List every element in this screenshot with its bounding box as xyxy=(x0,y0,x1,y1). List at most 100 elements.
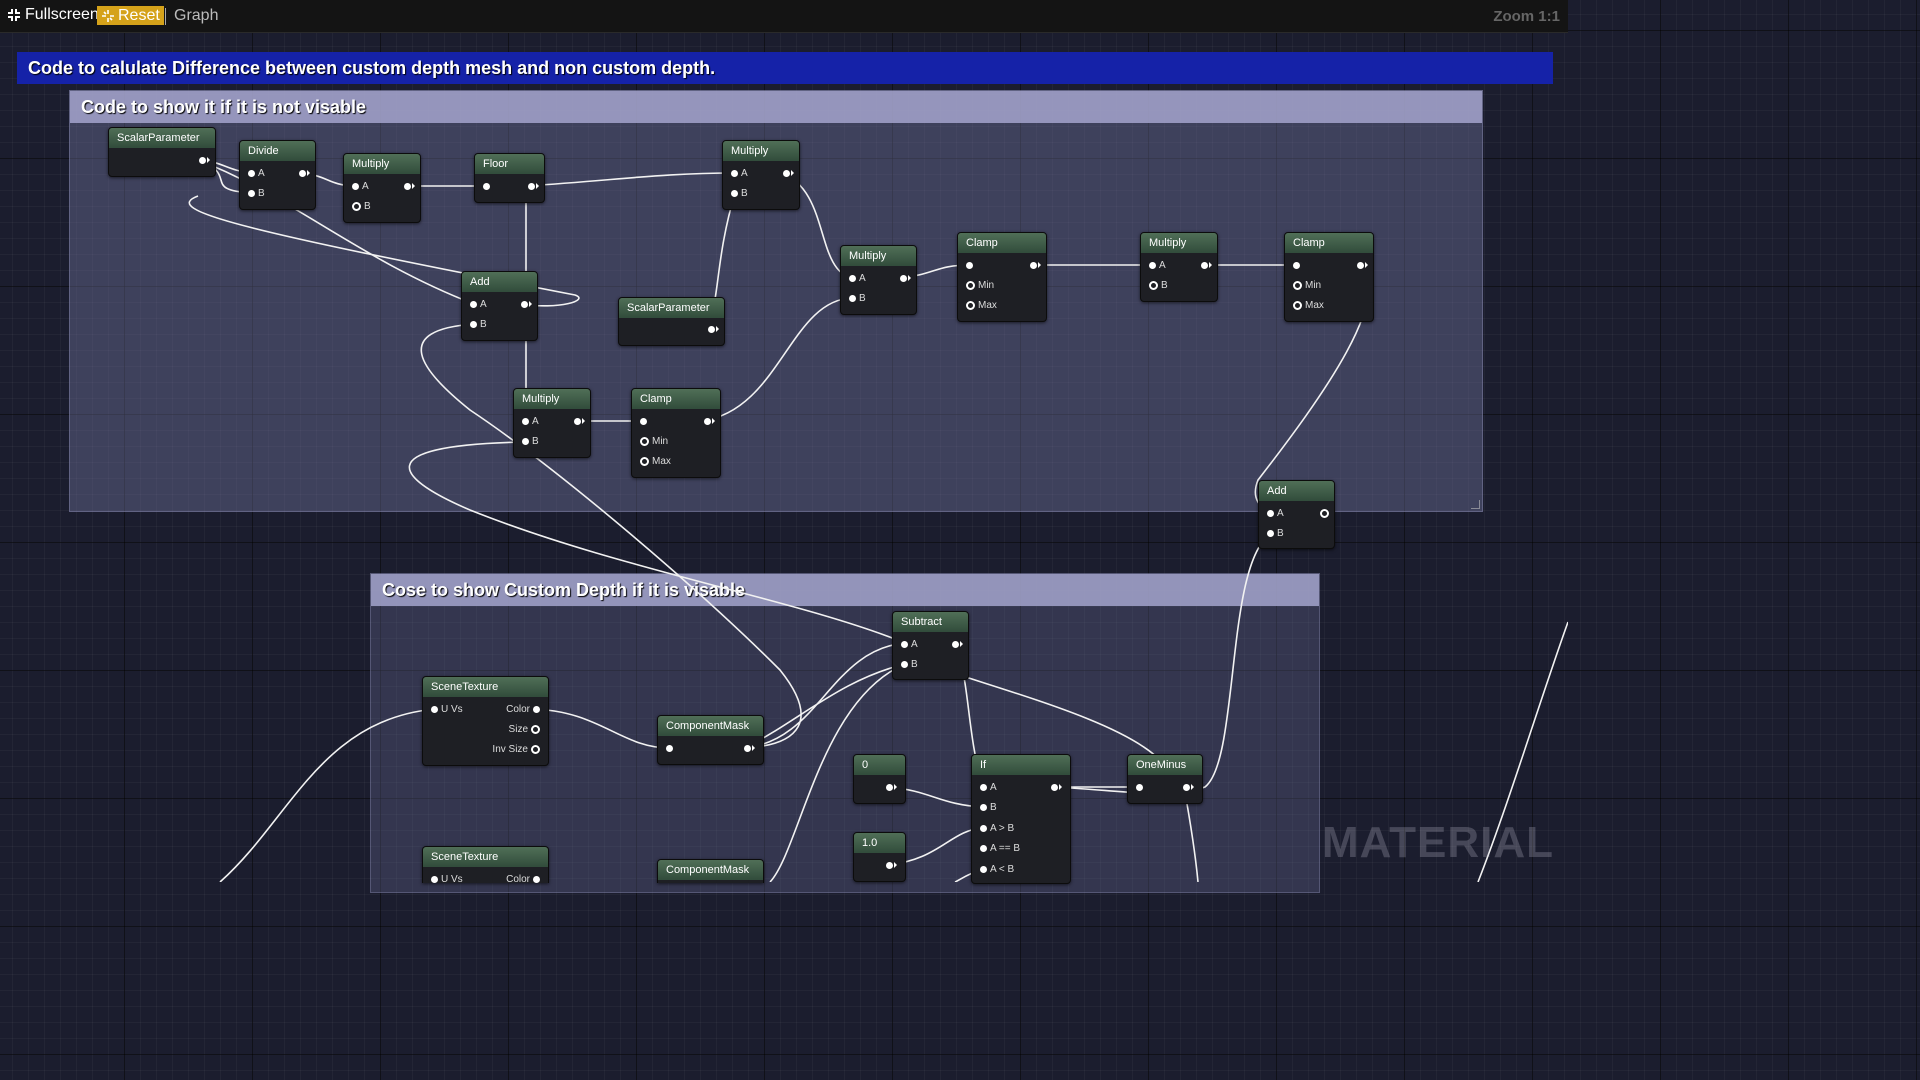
output-pin[interactable] xyxy=(571,415,585,429)
input-pin-a[interactable]: A xyxy=(849,272,866,286)
input-pin-a[interactable]: A xyxy=(901,638,918,652)
output-pin-inv-size[interactable]: Inv Size xyxy=(492,743,540,757)
fullscreen-button[interactable]: Fullscreen xyxy=(7,6,99,24)
node-multiply[interactable]: Multiply A B xyxy=(722,140,800,210)
output-pin[interactable] xyxy=(1048,781,1062,795)
output-pin[interactable] xyxy=(518,298,532,312)
node-add[interactable]: Add A B xyxy=(461,271,538,341)
input-pin-a[interactable]: A xyxy=(1149,259,1166,273)
input-pin[interactable] xyxy=(666,742,676,756)
input-pin-b[interactable]: B xyxy=(980,801,997,815)
input-pin[interactable] xyxy=(640,415,650,429)
input-pin-b[interactable]: B xyxy=(470,318,487,332)
output-pin[interactable] xyxy=(525,180,539,194)
node-one-minus[interactable]: OneMinus xyxy=(1127,754,1203,804)
node-add[interactable]: Add A B xyxy=(1258,480,1335,549)
input-pin-a-less-b[interactable]: A < B xyxy=(980,863,1014,877)
toolbar-divider xyxy=(165,8,166,25)
node-multiply[interactable]: Multiply A B xyxy=(343,153,421,223)
output-pin[interactable] xyxy=(897,272,911,286)
node-title: If xyxy=(972,755,1070,775)
output-pin[interactable] xyxy=(296,167,310,181)
node-scene-texture[interactable]: SceneTexture U Vs Color Size Inv Size xyxy=(422,676,549,766)
zoom-level: Zoom 1:1 xyxy=(1493,8,1560,25)
node-title: Clamp xyxy=(632,389,720,409)
graph-toolbar: Fullscreen Reset Graph Zoom 1:1 xyxy=(0,0,1568,33)
input-pin-b[interactable]: B xyxy=(248,187,265,201)
node-component-mask[interactable]: ComponentMask xyxy=(657,859,764,883)
input-pin-min[interactable]: Min xyxy=(640,435,668,449)
output-pin[interactable] xyxy=(1317,507,1329,521)
output-pin-color[interactable]: Color xyxy=(506,873,540,887)
input-pin[interactable] xyxy=(1136,781,1146,795)
input-pin[interactable] xyxy=(966,259,976,273)
input-pin-b[interactable]: B xyxy=(352,200,371,214)
reset-button[interactable]: Reset xyxy=(97,6,164,25)
node-clamp[interactable]: Clamp Min Max xyxy=(1284,232,1374,322)
input-pin-min[interactable]: Min xyxy=(1293,279,1321,293)
input-pin-a-equal-b[interactable]: A == B xyxy=(980,842,1020,856)
output-pin[interactable] xyxy=(883,859,897,873)
input-pin-uvs[interactable]: U Vs xyxy=(431,873,463,887)
node-if[interactable]: If A B A > B A == B A < B xyxy=(971,754,1071,884)
node-multiply[interactable]: Multiply A B xyxy=(840,245,917,315)
output-pin[interactable] xyxy=(1027,259,1041,273)
node-title: Multiply xyxy=(841,246,916,266)
input-pin-max[interactable]: Max xyxy=(966,299,997,313)
output-pin[interactable] xyxy=(401,180,415,194)
input-pin-max[interactable]: Max xyxy=(640,455,671,469)
node-component-mask[interactable]: ComponentMask xyxy=(657,715,764,765)
input-pin-b[interactable]: B xyxy=(1267,527,1284,541)
node-divide[interactable]: Divide A B xyxy=(239,140,316,210)
output-pin[interactable] xyxy=(196,154,210,168)
input-pin-b[interactable]: B xyxy=(901,658,918,672)
output-pin[interactable] xyxy=(883,781,897,795)
output-pin[interactable] xyxy=(701,415,715,429)
input-pin-a[interactable]: A xyxy=(731,167,748,181)
node-subtract[interactable]: Subtract A B xyxy=(892,611,969,680)
input-pin[interactable] xyxy=(1293,259,1303,273)
input-pin-a[interactable]: A xyxy=(1267,507,1284,521)
node-title: SceneTexture xyxy=(423,847,548,867)
output-pin[interactable] xyxy=(1354,259,1368,273)
node-scalar-parameter[interactable]: ScalarParameter xyxy=(108,127,216,177)
output-pin[interactable] xyxy=(1198,259,1212,273)
comment-resize-handle[interactable] xyxy=(1471,500,1480,509)
node-constant[interactable]: 0 xyxy=(853,754,906,804)
input-pin-min[interactable]: Min xyxy=(966,279,994,293)
output-pin[interactable] xyxy=(1180,781,1194,795)
comment-box-main[interactable]: Code to calulate Difference between cust… xyxy=(17,52,1553,84)
input-pin-b[interactable]: B xyxy=(849,292,866,306)
node-title: 1.0 xyxy=(854,833,905,853)
input-pin-uvs[interactable]: U Vs xyxy=(431,703,463,717)
node-multiply[interactable]: Multiply A B xyxy=(1140,232,1218,302)
input-pin-b[interactable]: B xyxy=(731,187,748,201)
input-pin-a[interactable]: A xyxy=(248,167,265,181)
input-pin[interactable] xyxy=(483,180,493,194)
input-pin-max[interactable]: Max xyxy=(1293,299,1324,313)
input-pin-a-greater-b[interactable]: A > B xyxy=(980,822,1014,836)
input-pin-a[interactable]: A xyxy=(352,180,369,194)
node-clamp[interactable]: Clamp Min Max xyxy=(957,232,1047,322)
node-multiply[interactable]: Multiply A B xyxy=(513,388,591,458)
output-pin-size[interactable]: Size xyxy=(509,723,540,737)
input-pin-a[interactable]: A xyxy=(980,781,997,795)
node-scene-texture[interactable]: SceneTexture U Vs Color xyxy=(422,846,549,885)
node-constant[interactable]: 1.0 xyxy=(853,832,906,882)
comment-title-not-visible: Code to show it if it is not visable xyxy=(70,91,1482,123)
fullscreen-icon xyxy=(8,9,20,21)
output-pin[interactable] xyxy=(741,742,755,756)
input-pin-a[interactable]: A xyxy=(522,415,539,429)
node-floor[interactable]: Floor xyxy=(474,153,545,203)
node-scalar-parameter[interactable]: ScalarParameter xyxy=(618,297,725,346)
input-pin-b[interactable]: B xyxy=(1149,279,1168,293)
output-pin-color[interactable]: Color xyxy=(506,703,540,717)
node-title: Clamp xyxy=(1285,233,1373,253)
output-pin[interactable] xyxy=(949,638,963,652)
output-pin[interactable] xyxy=(705,323,719,337)
input-pin-a[interactable]: A xyxy=(470,298,487,312)
node-clamp[interactable]: Clamp Min Max xyxy=(631,388,721,478)
output-pin[interactable] xyxy=(780,167,794,181)
node-title: Add xyxy=(1259,481,1334,501)
input-pin-b[interactable]: B xyxy=(522,435,539,449)
